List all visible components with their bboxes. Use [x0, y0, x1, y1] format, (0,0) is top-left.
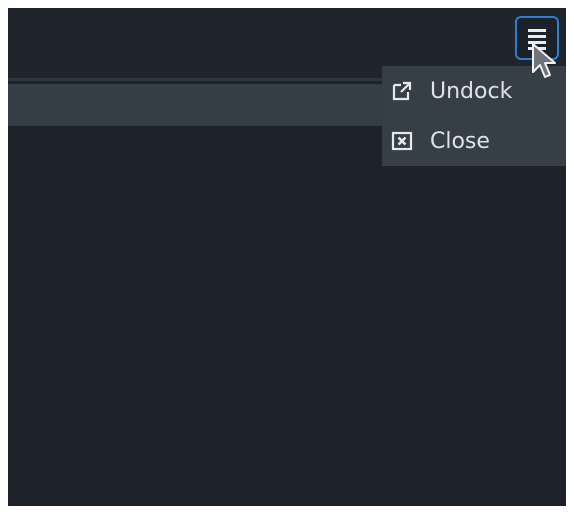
menu-item-undock[interactable]: Undock	[382, 66, 566, 116]
hamburger-menu-icon	[528, 29, 546, 50]
menu-item-label: Close	[430, 128, 490, 154]
close-box-icon	[390, 129, 414, 153]
external-link-icon	[390, 79, 414, 103]
menu-item-close[interactable]: Close	[382, 116, 566, 166]
menu-item-label: Undock	[430, 78, 513, 104]
panel-context-menu: Undock Close	[382, 66, 566, 166]
dock-panel: Undock Close	[8, 8, 566, 506]
panel-menu-button[interactable]	[515, 16, 559, 60]
